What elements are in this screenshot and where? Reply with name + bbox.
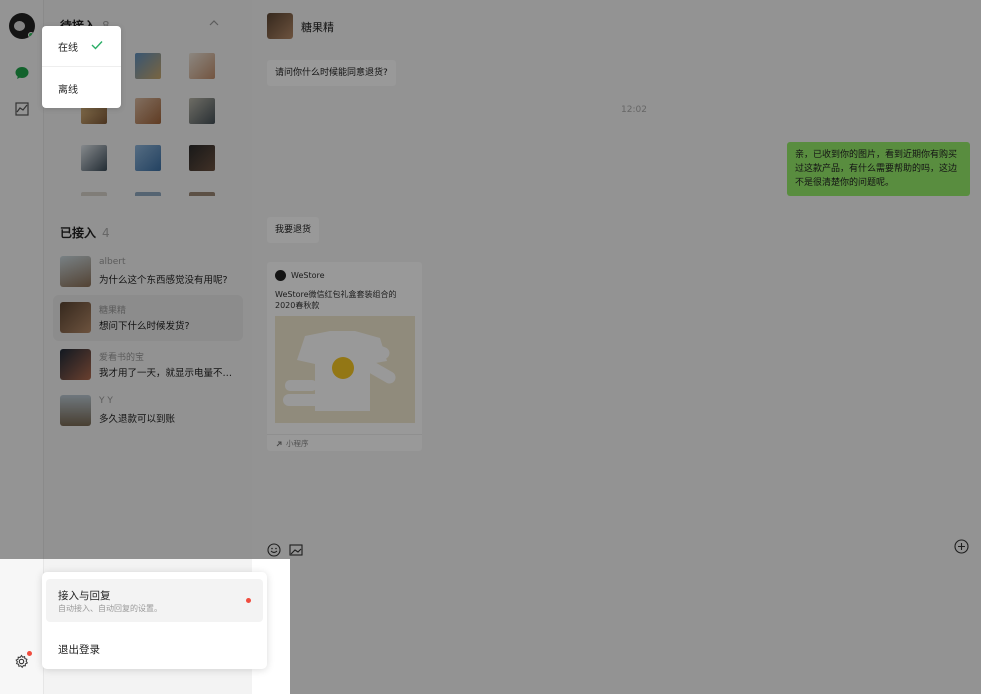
user-avatar[interactable] <box>9 13 35 39</box>
divider <box>42 66 121 67</box>
gear-icon <box>15 654 29 669</box>
avatar <box>60 256 91 287</box>
conversation-name: Y Y <box>99 396 113 406</box>
conversation-item[interactable]: 爱看书的宝 我才用了一天，就显示电量不足了 <box>53 342 243 388</box>
joined-title-text: 已接入 <box>60 226 97 240</box>
card-description: WeStore微信红包礼盒套装组合的2020春秋款 <box>275 290 397 310</box>
waiting-avatar[interactable] <box>189 192 215 196</box>
chat-toolbar <box>267 543 303 557</box>
logout-option[interactable]: 退出登录 <box>58 642 100 657</box>
settings-button[interactable] <box>14 651 32 669</box>
chat-header: 糖果精 <box>252 0 981 52</box>
joined-count: 4 <box>102 226 110 240</box>
image-icon[interactable] <box>289 543 303 557</box>
waiting-avatar[interactable] <box>189 145 215 171</box>
chart-icon[interactable] <box>14 101 30 117</box>
online-status-dot <box>28 32 34 38</box>
avatar <box>60 349 91 380</box>
chat-bubble-icon[interactable] <box>14 65 30 81</box>
conversation-name: 爱看书的宝 <box>99 353 145 363</box>
my-message-bubble: 亲，已收到你的图片，看到近期你有购买过这款产品，有什么需要帮助的吗，这边不是很清… <box>787 142 970 196</box>
access-reply-subtitle: 自动接入、自动回复的设置。 <box>58 604 162 613</box>
waiting-avatar[interactable] <box>81 192 107 196</box>
avatar <box>60 395 91 426</box>
conversation-name: 糖果精 <box>99 306 127 316</box>
conversation-item[interactable]: Y Y 多久退款可以到账 <box>53 388 243 434</box>
conversation-name: albert <box>99 257 126 267</box>
avatar <box>267 13 293 39</box>
red-dot-badge <box>246 598 251 603</box>
waiting-avatar[interactable] <box>135 98 161 124</box>
joined-section-title: 已接入 4 <box>60 224 110 241</box>
plus-icon[interactable] <box>954 539 969 554</box>
waiting-avatar[interactable] <box>81 145 107 171</box>
product-image <box>275 316 415 423</box>
logo-icon <box>14 21 25 31</box>
access-reply-title: 接入与回复 <box>58 590 111 602</box>
conversation-preview: 想问下什么时候发货? <box>99 321 190 332</box>
mini-program-card[interactable]: WeStore WeStore微信红包礼盒套装组合的2020春秋款 小程序 <box>267 262 422 451</box>
rail-bottom <box>0 559 44 694</box>
conversation-item[interactable]: 糖果精 想问下什么时候发货? <box>53 295 243 341</box>
message-timestamp: 12:02 <box>621 105 647 115</box>
message-bubble: 请问你什么时候能同意退货? <box>267 60 396 86</box>
brand-logo-icon <box>275 270 286 281</box>
message-bubble: 我要退货 <box>267 217 320 243</box>
card-brand: WeStore <box>291 271 325 280</box>
card-header: WeStore <box>275 270 325 281</box>
conversation-preview: 为什么这个东西感觉没有用呢? <box>99 275 228 286</box>
chat-panel: 糖果精 请问你什么时候能同意退货? 12:02 亲，已收到你的图片，看到近期你有… <box>252 0 981 694</box>
waiting-avatar[interactable] <box>189 98 215 124</box>
chevron-up-icon[interactable] <box>209 20 219 26</box>
status-offline-option[interactable]: 离线 <box>58 81 78 96</box>
avatar <box>60 302 91 333</box>
access-reply-option[interactable]: 接入与回复 自动接入、自动回复的设置。 <box>46 579 263 622</box>
status-dropdown: 在线 离线 <box>42 26 121 108</box>
conversation-preview: 我才用了一天，就显示电量不足了 <box>99 368 239 379</box>
waiting-avatar[interactable] <box>135 53 161 79</box>
chat-title: 糖果精 <box>301 21 334 34</box>
conversation-preview: 多久退款可以到账 <box>99 414 176 425</box>
emoji-icon[interactable] <box>267 543 281 557</box>
check-icon <box>91 41 103 50</box>
settings-menu: 接入与回复 自动接入、自动回复的设置。 退出登录 <box>42 572 267 669</box>
waiting-avatar[interactable] <box>135 145 161 171</box>
status-online-option[interactable]: 在线 <box>58 39 78 54</box>
notification-badge <box>27 651 32 656</box>
card-footer-label: 小程序 <box>286 439 309 448</box>
waiting-avatar[interactable] <box>135 192 161 196</box>
link-icon <box>276 441 282 446</box>
waiting-avatar[interactable] <box>189 53 215 79</box>
conversation-item[interactable]: albert 为什么这个东西感觉没有用呢? <box>53 249 243 295</box>
card-footer: 小程序 <box>267 434 422 452</box>
